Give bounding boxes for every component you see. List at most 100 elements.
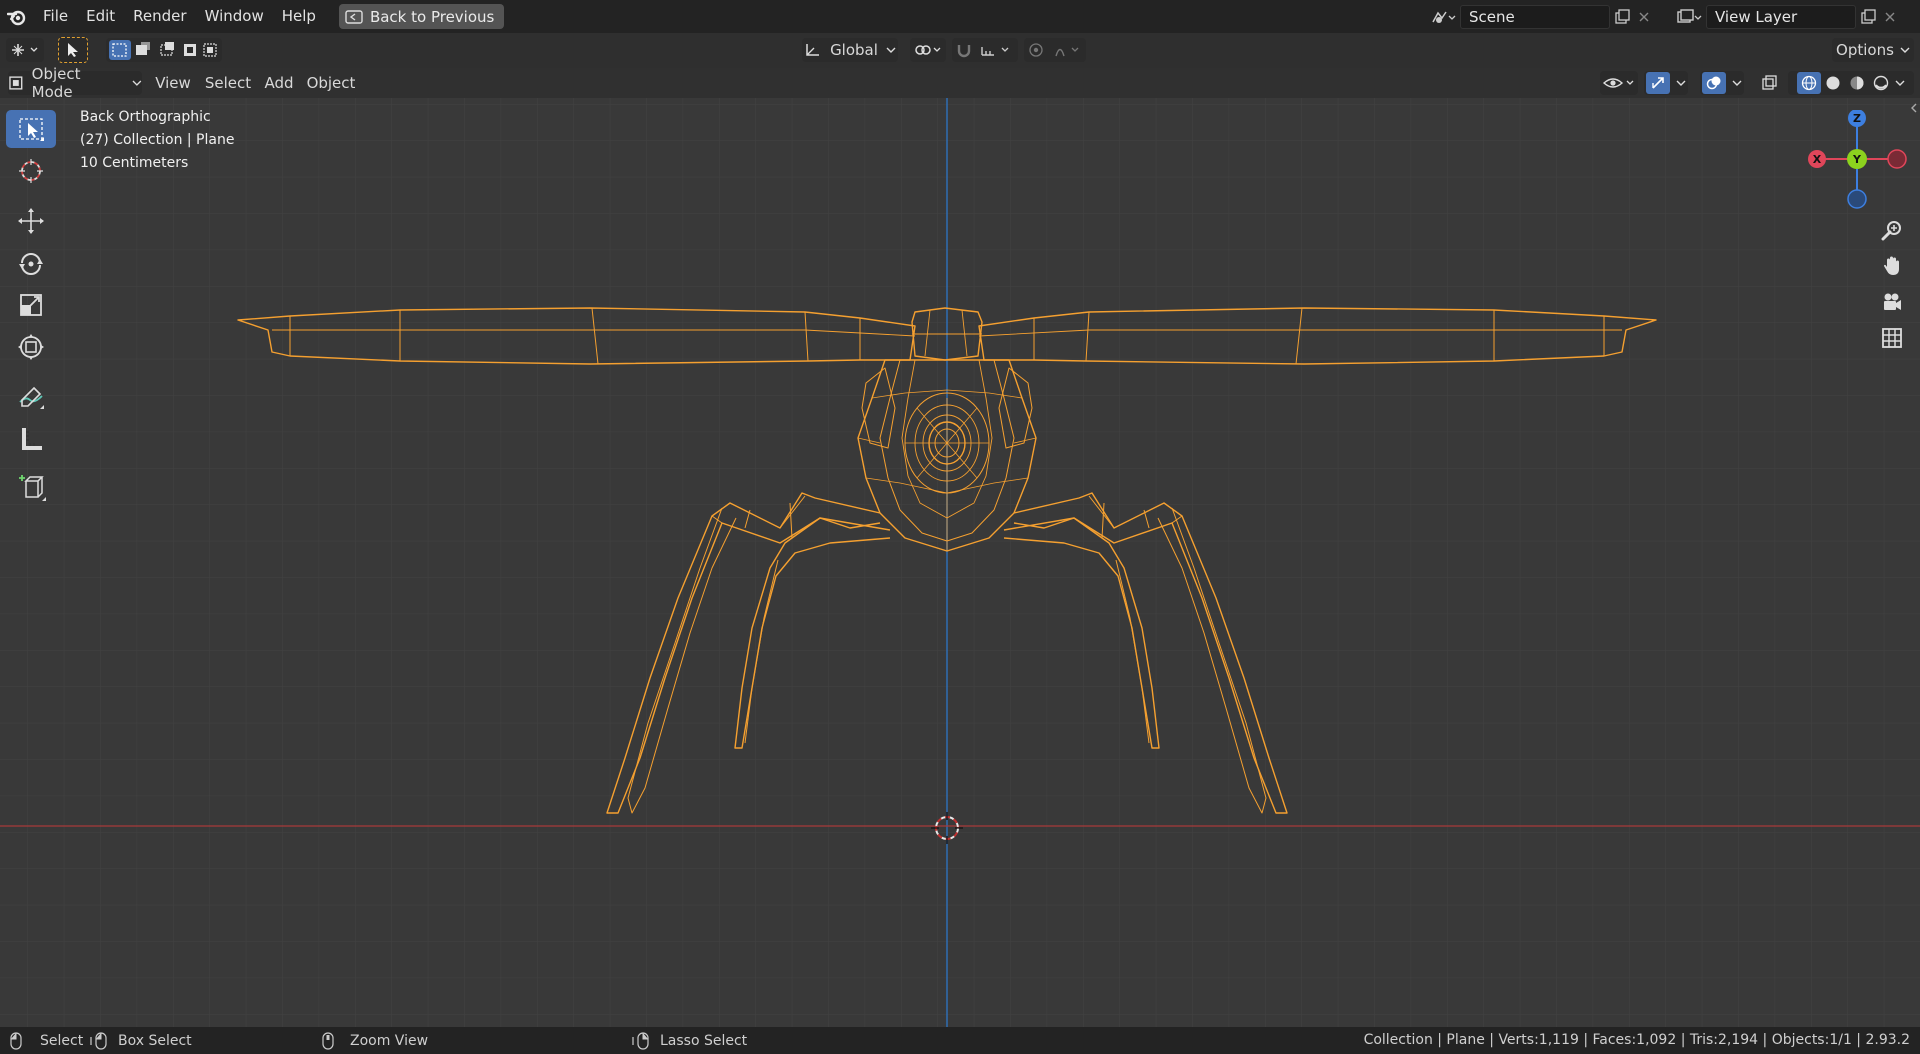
3d-viewport[interactable]: Back Orthographic (27) Collection | Plan… <box>0 98 1920 1027</box>
transform-orientation-dropdown[interactable]: Global <box>802 38 898 62</box>
options-dropdown[interactable]: Options <box>1832 38 1914 62</box>
rotate-icon <box>19 253 43 275</box>
proportional-falloff-icon <box>1029 43 1079 57</box>
overlays-toggle-group[interactable] <box>1700 71 1744 95</box>
scene-remove-icon[interactable] <box>1634 5 1654 29</box>
menu-help[interactable]: Help <box>273 0 325 33</box>
move-tool[interactable] <box>6 202 56 240</box>
status-zoom-view-label: Zoom View <box>350 1032 429 1049</box>
status-lasso-select-hint: Lasso Select <box>632 1027 747 1054</box>
xray-icon <box>1762 75 1777 90</box>
chevron-down-icon <box>886 47 896 53</box>
proportional-editing-group[interactable] <box>1024 38 1086 62</box>
add-cube-icon <box>19 475 46 501</box>
back-screen-icon <box>345 9 363 24</box>
scene-name-field[interactable]: Scene <box>1460 5 1610 29</box>
cursor-arrow-icon <box>68 43 78 57</box>
mode-dropdown[interactable]: Object Mode <box>8 65 142 101</box>
pivot-point-dropdown[interactable] <box>910 38 946 62</box>
toggle-ortho-button[interactable] <box>1876 322 1908 354</box>
menu-file[interactable]: File <box>34 0 77 33</box>
annotate-pencil-icon <box>19 386 44 409</box>
gizmo-z-label: Z <box>1853 112 1861 125</box>
mouse-right-drag-icon <box>632 1031 649 1050</box>
hand-icon <box>1884 256 1899 275</box>
gizmo-neg-x-axis-icon[interactable] <box>1887 149 1907 169</box>
pan-view-button[interactable] <box>1876 250 1908 282</box>
chevron-down-icon <box>132 80 142 86</box>
visibility-dropdown[interactable] <box>1600 71 1638 95</box>
view-layer-browse-icon[interactable] <box>1672 5 1706 29</box>
editor-type-icon <box>12 44 38 56</box>
zoom-view-button[interactable] <box>1876 214 1908 246</box>
mouse-left-icon <box>10 1031 22 1050</box>
transform-tool[interactable] <box>6 328 56 366</box>
add-cube-tool[interactable] <box>6 468 56 506</box>
status-select-hint: Select <box>10 1027 83 1054</box>
chevron-down-icon <box>1676 80 1686 86</box>
gizmo-y-label: Y <box>1852 153 1862 166</box>
view-layer-name-field[interactable]: View Layer <box>1706 5 1856 29</box>
gizmo-toggle-button[interactable] <box>1646 72 1670 94</box>
menu-render[interactable]: Render <box>124 0 195 33</box>
gizmo-x-label: X <box>1813 153 1822 166</box>
tool-header: Global Options <box>0 33 1920 68</box>
scale-tool[interactable] <box>6 286 56 324</box>
menu-object[interactable]: Object <box>304 71 358 95</box>
view-layer-new-icon[interactable] <box>1856 5 1880 29</box>
measure-tool[interactable] <box>6 420 56 458</box>
snapping-group[interactable] <box>952 38 1018 62</box>
rendered-sphere-icon <box>1873 75 1889 91</box>
status-lasso-select-label: Lasso Select <box>660 1032 748 1049</box>
editor-type-dropdown[interactable] <box>6 38 44 62</box>
back-to-previous-button[interactable]: Back to Previous <box>338 4 505 29</box>
snap-magnet-icon <box>957 45 1009 58</box>
gizmo-neg-z-axis-icon[interactable] <box>1847 189 1867 209</box>
menu-edit[interactable]: Edit <box>77 0 124 33</box>
material-shading-button[interactable] <box>1845 72 1869 94</box>
move-arrows-icon <box>18 208 44 234</box>
menu-view[interactable]: View <box>152 71 194 95</box>
chevron-down-icon <box>1732 80 1742 86</box>
scene-browse-icon[interactable] <box>1426 5 1460 29</box>
eye-icon <box>1602 78 1634 88</box>
scene-selector: Scene <box>1426 5 1654 29</box>
menu-select[interactable]: Select <box>202 71 254 95</box>
xray-toggle-button[interactable] <box>1756 71 1782 95</box>
shading-mode-group <box>1788 71 1914 95</box>
chevron-down-icon <box>1900 47 1910 53</box>
sidebar-toggle-icon[interactable] <box>1908 98 1920 118</box>
orientation-axes-icon <box>806 44 820 56</box>
rotate-tool[interactable] <box>6 244 56 282</box>
cursor-crosshair-icon <box>19 159 43 183</box>
blender-logo-icon[interactable] <box>0 0 34 33</box>
select-box-tool[interactable] <box>6 110 56 148</box>
menu-add[interactable]: Add <box>262 71 296 95</box>
material-sphere-icon <box>1850 76 1864 90</box>
rendered-shading-button[interactable] <box>1869 72 1893 94</box>
status-zoom-view-hint: Zoom View <box>322 1027 428 1054</box>
scale-icon <box>20 294 42 316</box>
view-layer-remove-icon[interactable] <box>1880 5 1900 29</box>
mouse-drag-icon <box>90 1031 107 1050</box>
menu-window[interactable]: Window <box>196 0 273 33</box>
navigation-gizmo[interactable]: Z Y X <box>1800 110 1916 210</box>
camera-icon <box>1884 293 1901 310</box>
select-box-icon <box>19 118 44 141</box>
solid-shading-button[interactable] <box>1821 72 1845 94</box>
select-tool-active-button[interactable] <box>58 37 88 63</box>
annotate-tool[interactable] <box>6 378 56 416</box>
grid-icon <box>1882 328 1902 348</box>
overlays-toggle-button[interactable] <box>1702 72 1726 94</box>
gizmo-toggle-group[interactable] <box>1644 71 1688 95</box>
scene-statistics: Collection | Plane | Verts:1,119 | Faces… <box>1363 1032 1910 1048</box>
cursor-tool[interactable] <box>6 152 56 190</box>
scene-new-icon[interactable] <box>1610 5 1634 29</box>
wireframe-shading-button[interactable] <box>1797 72 1821 94</box>
chevron-down-icon <box>1895 80 1905 86</box>
view-layer-selector: View Layer <box>1672 5 1900 29</box>
collection-info-label: (27) Collection | Plane <box>80 132 235 148</box>
camera-view-button[interactable] <box>1876 286 1908 318</box>
object-mode-icon <box>9 76 23 90</box>
solid-sphere-icon <box>1826 76 1840 90</box>
